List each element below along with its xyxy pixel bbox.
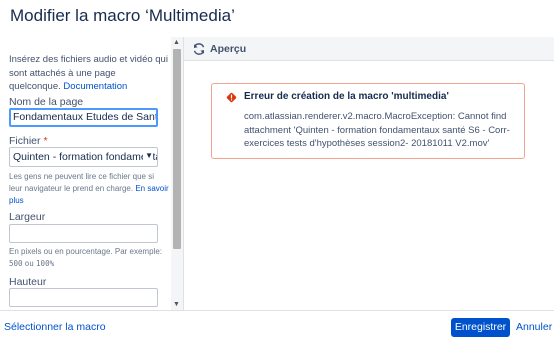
required-mark: * — [43, 135, 48, 147]
scroll-thumb[interactable] — [173, 49, 181, 249]
file-select-value: Quinten - formation fondamentaux — [13, 151, 158, 163]
intro-text: Insérez des fichiers audio et vidéo qui … — [9, 53, 169, 94]
preview-title: Aperçu — [210, 43, 247, 55]
width-example-or: ou — [24, 259, 34, 268]
file-help-text: Les gens ne peuvent lire ce fichier que … — [9, 171, 169, 207]
chevron-down-icon: ▼ — [143, 151, 153, 160]
scroll-down-arrow-icon[interactable]: ▼ — [173, 301, 180, 308]
height-label: Hauteur — [9, 276, 47, 288]
dialog-header: Modifier la macro ‘Multimedia’ — [0, 0, 554, 37]
preview-header: Aperçu — [184, 37, 554, 61]
width-label: Largeur — [9, 211, 46, 223]
width-example-1: 500 — [9, 259, 23, 268]
page-name-input[interactable]: Fondamentaux Etudes de Santé — [9, 108, 158, 127]
file-select[interactable]: Quinten - formation fondamentaux ▼ — [9, 147, 158, 167]
cancel-button[interactable]: Annuler — [516, 321, 552, 333]
page-name-label: Nom de la page — [9, 96, 84, 108]
width-help-description: En pixels ou en pourcentage. Par exemple… — [9, 247, 162, 256]
width-input[interactable] — [9, 224, 158, 243]
error-icon — [226, 92, 237, 103]
dialog-footer: Sélectionner la macro Enregistrer Annule… — [0, 310, 554, 341]
macro-parameters-panel: Insérez des fichiers audio et vidéo qui … — [0, 37, 183, 310]
select-macro-link[interactable]: Sélectionner la macro — [4, 321, 106, 333]
save-button[interactable]: Enregistrer — [451, 318, 510, 337]
height-input[interactable] — [9, 288, 158, 307]
width-help-text: En pixels ou en pourcentage. Par exemple… — [9, 246, 169, 270]
documentation-link[interactable]: Documentation — [63, 81, 127, 92]
error-message: com.atlassian.renderer.v2.macro.MacroExc… — [244, 111, 510, 149]
error-message-box: Erreur de création de la macro 'multimed… — [211, 83, 525, 159]
file-label: Fichier * — [9, 135, 48, 147]
error-title: Erreur de création de la macro 'multimed… — [244, 91, 449, 102]
refresh-icon[interactable] — [192, 42, 206, 56]
width-example-2: 100% — [36, 259, 55, 268]
scroll-up-arrow-icon[interactable]: ▲ — [173, 39, 180, 46]
parameters-scrollbar[interactable]: ▲ ▼ — [171, 37, 183, 310]
dialog-title: Modifier la macro ‘Multimedia’ — [10, 6, 235, 25]
parameters-form: Insérez des fichiers audio et vidéo qui … — [0, 37, 171, 310]
preview-panel: Aperçu Erreur de création de la macro 'm… — [184, 37, 554, 310]
file-help-description: Les gens ne peuvent lire ce fichier que … — [9, 172, 154, 193]
file-label-text: Fichier — [9, 135, 41, 147]
